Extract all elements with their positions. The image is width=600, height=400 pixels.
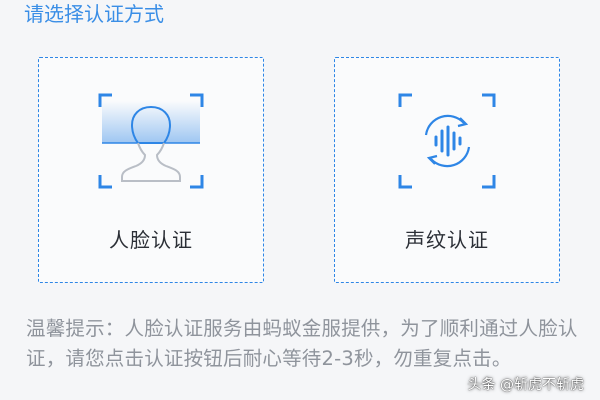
- watermark: 头条 @斩虎不斩虎: [467, 377, 584, 393]
- page-title: 请选择认证方式: [24, 2, 164, 26]
- face-scan-icon: [96, 91, 206, 191]
- voiceprint-icon: [392, 91, 502, 191]
- voiceprint-auth-label: 声纹认证: [405, 228, 489, 252]
- face-auth-label: 人脸认证: [109, 228, 193, 252]
- face-auth-option[interactable]: 人脸认证: [38, 57, 264, 283]
- hint-text: 温馨提示：人脸认证服务由蚂蚁金服提供，为了顺利通过人脸认证，请您点击认证按钮后耐…: [26, 317, 578, 370]
- voiceprint-auth-option[interactable]: 声纹认证: [334, 57, 560, 283]
